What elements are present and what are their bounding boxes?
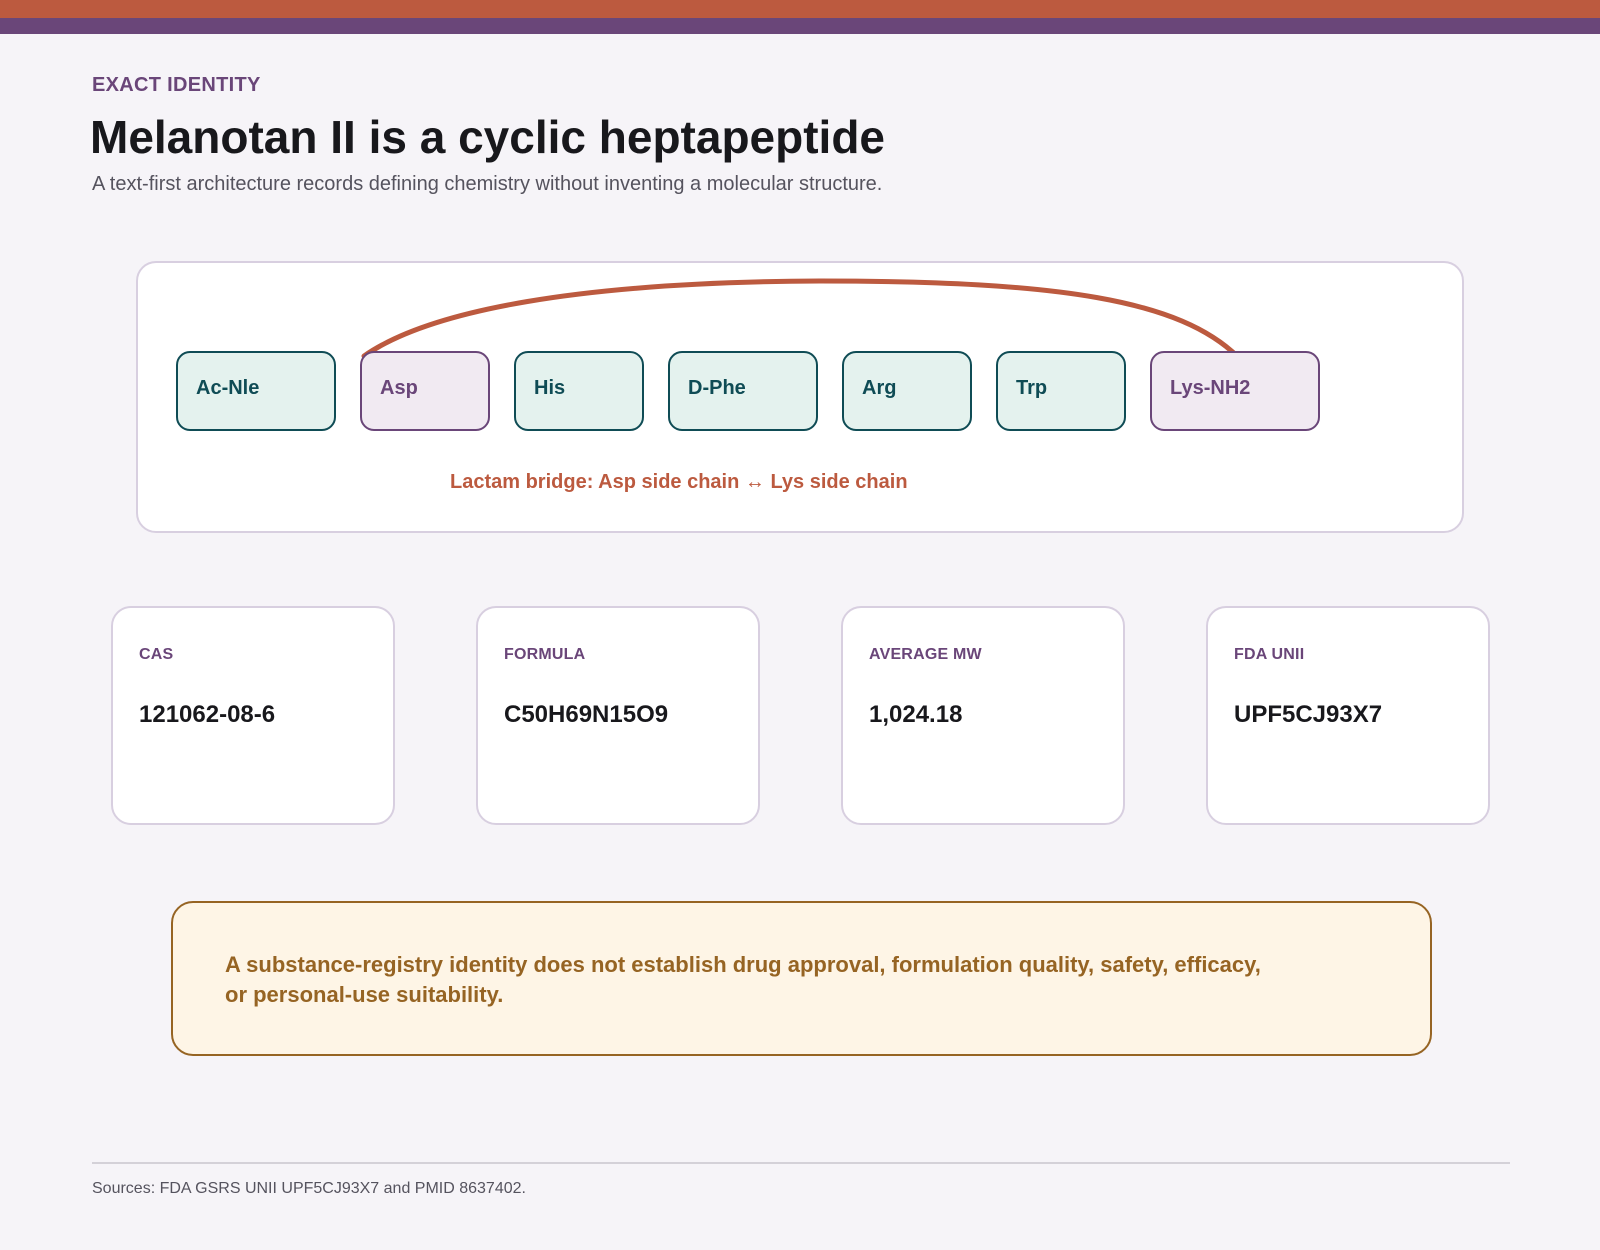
residue-label: D-Phe [688,377,746,399]
cas-value: 121062-08-6 [139,701,276,728]
residue-label: Arg [862,377,897,399]
residue-ac-nle: Ac-Nle [176,351,336,431]
footer-divider [92,1162,1510,1164]
residue-asp: Asp [360,351,490,431]
fda-unii-value: UPF5CJ93X7 [1234,701,1383,728]
residue-label: Trp [1016,377,1048,399]
residue-d-phe: D-Phe [668,351,818,431]
cas-card: CAS 121062-08-6 [111,606,395,825]
residue-label: Ac-Nle [196,377,260,399]
average-mw-card: AVERAGE MW 1,024.18 [841,606,1125,825]
sources-note: Sources: FDA GSRS UNII UPF5CJ93X7 and PM… [92,1180,526,1197]
formula-card: FORMULA C50H69N15O9 [476,606,760,825]
formula-label: FORMULA [504,646,586,663]
residue-label: Lys-NH2 [1170,377,1251,399]
eyebrow-label: EXACT IDENTITY [92,74,261,96]
average-mw-label: AVERAGE MW [869,646,982,663]
page-title: Melanotan II is a cyclic heptapeptide [90,111,886,163]
fda-unii-label: FDA UNII [1234,646,1305,663]
average-mw-value: 1,024.18 [869,701,963,728]
residue-lys-nh2: Lys-NH2 [1150,351,1320,431]
fda-unii-card: FDA UNII UPF5CJ93X7 [1206,606,1490,825]
top-accent-band [0,0,1600,18]
residue-trp: Trp [996,351,1126,431]
regulatory-notice: A substance-registry identity does not e… [171,901,1432,1056]
cas-label: CAS [139,646,174,663]
lactam-bridge-label: Lactam bridge: Asp side chain ↔ Lys side… [450,471,908,493]
formula-value: C50H69N15O9 [504,701,669,728]
secondary-accent-band [0,18,1600,34]
residue-his: His [514,351,644,431]
residue-label: His [534,377,566,399]
residue-label: Asp [380,377,418,399]
page-subtitle: A text-first architecture records defini… [92,173,883,195]
residue-arg: Arg [842,351,972,431]
regulatory-notice-text: A substance-registry identity does not e… [225,952,1261,1007]
